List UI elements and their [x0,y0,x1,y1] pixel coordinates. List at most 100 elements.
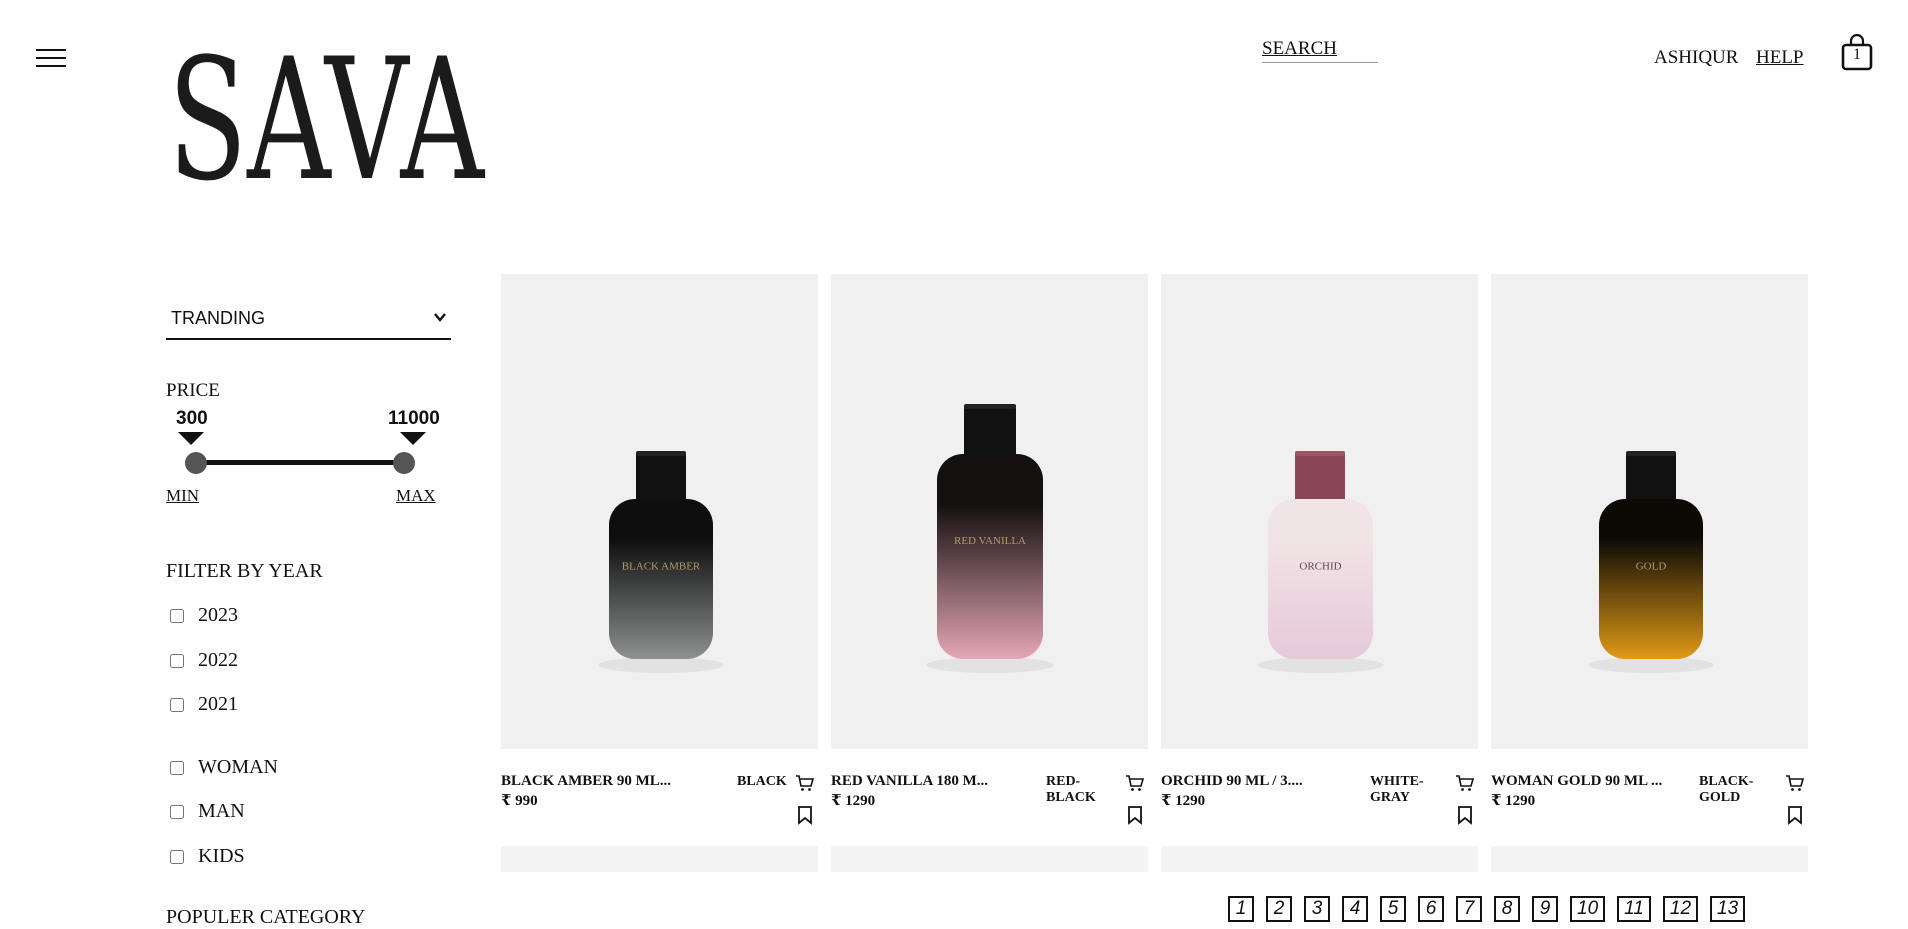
audience-checkbox[interactable] [170,804,184,819]
page-button[interactable]: 12 [1662,896,1699,922]
bookmark-button[interactable] [795,805,815,825]
hamburger-menu-button[interactable] [36,47,66,69]
product-card-next-row[interactable] [1161,846,1478,872]
product-image[interactable]: GOLD [1491,274,1808,749]
page-button[interactable]: 8 [1494,896,1520,922]
cart-icon [1786,775,1805,791]
product-card-next-row[interactable] [831,846,1148,872]
help-link[interactable]: HELP [1756,47,1804,69]
bottle-cap [636,451,686,503]
bottle-label: BLACK AMBER [622,560,701,572]
product-image[interactable]: RED VANILLA [831,274,1148,749]
price-min-handle[interactable] [185,452,207,474]
bottle-cap [1626,451,1676,503]
product-card[interactable]: ORCHID [1161,274,1478,749]
product-name[interactable]: BLACK AMBER 90 ML... [501,773,671,790]
year-checkbox[interactable] [170,653,184,668]
add-to-cart-button[interactable] [1785,773,1805,793]
audience-option-woman[interactable]: WOMAN [166,756,278,779]
brand-logo[interactable]: SAVA [168,22,486,218]
product-card[interactable]: RED VANILLA [831,274,1148,749]
search-box[interactable] [1262,38,1378,63]
product-card-next-row[interactable] [1491,846,1808,872]
bottle-shadow [598,657,724,673]
perfume-bottle-image: GOLD [1588,451,1714,673]
bookmark-button[interactable] [1455,805,1475,825]
product-price: ₹ 1290 [1161,793,1206,809]
bottle-cap [964,404,1016,460]
shopping-bag-button[interactable]: 1 [1840,33,1874,72]
product-image[interactable]: ORCHID [1161,274,1478,749]
product-color: BLACK- GOLD [1699,774,1754,805]
product-color: WHITE- GRAY [1370,774,1424,805]
product-price: ₹ 1290 [831,793,876,809]
year-option-2023[interactable]: 2023 [166,604,238,627]
year-label: 2023 [198,604,238,626]
pagination: 1 2 3 4 5 6 7 8 9 10 11 12 13 [1228,896,1746,922]
year-checkbox[interactable] [170,697,184,712]
year-label: 2022 [198,649,238,671]
product-price: ₹ 1290 [1491,793,1536,809]
page-button[interactable]: 1 [1228,896,1254,922]
bookmark-icon [1788,806,1802,825]
min-link[interactable]: MIN [166,486,199,506]
max-pointer-icon [400,432,426,445]
bookmark-button[interactable] [1125,805,1145,825]
product-price: ₹ 990 [501,793,538,809]
add-to-cart-button[interactable] [795,773,815,793]
year-option-2022[interactable]: 2022 [166,649,238,672]
product-card-next-row[interactable] [501,846,818,872]
page-button[interactable]: 10 [1570,896,1606,922]
bottle-label: ORCHID [1299,560,1341,572]
product-card[interactable]: BLACK AMBER [501,274,818,749]
page-button[interactable]: 2 [1266,896,1292,922]
bottle-cap-top [636,451,686,456]
bottle-label: GOLD [1636,560,1667,572]
bottle-label: RED VANILLA [954,535,1026,547]
bottle-shadow [1588,657,1714,673]
perfume-bottle-image: ORCHID [1257,451,1384,673]
bottle-cap-top [964,404,1016,409]
bookmark-button[interactable] [1785,805,1805,825]
add-to-cart-button[interactable] [1125,773,1145,793]
price-max-handle[interactable] [393,452,415,474]
product-card[interactable]: GOLD [1491,274,1808,749]
filter-by-year-title: FILTER BY YEAR [166,560,323,582]
product-image[interactable]: BLACK AMBER [501,274,818,749]
product-name[interactable]: WOMAN GOLD 90 ML ... [1491,773,1662,790]
page-button[interactable]: 4 [1342,896,1368,922]
page-button[interactable]: 11 [1617,896,1651,922]
year-option-2021[interactable]: 2021 [166,693,238,716]
page-button[interactable]: 5 [1380,896,1406,922]
audience-label: WOMAN [198,756,278,778]
add-to-cart-button[interactable] [1455,773,1475,793]
page-button[interactable]: 13 [1710,896,1746,922]
max-link[interactable]: MAX [396,486,436,506]
perfume-bottle-image: RED VANILLA [926,404,1054,673]
sort-dropdown[interactable]: TRANDING [166,300,451,340]
audience-option-man[interactable]: MAN [166,800,245,823]
bottle-cap-top [1295,451,1345,456]
price-range-track[interactable] [196,460,404,465]
page-button[interactable]: 6 [1418,896,1444,922]
product-name[interactable]: ORCHID 90 ML / 3.... [1161,773,1303,790]
page-button[interactable]: 9 [1532,896,1558,922]
popular-category-title: POPULER CATEGORY [166,906,366,928]
search-input[interactable] [1262,38,1378,60]
bottle-shadow [1257,657,1384,673]
audience-checkbox[interactable] [170,849,184,864]
min-pointer-icon [178,432,204,445]
cart-icon [796,775,815,791]
sort-selected-label: TRANDING [171,308,265,328]
audience-label: KIDS [198,845,245,867]
user-name[interactable]: ASHIQUR [1654,47,1738,69]
page-button[interactable]: 7 [1456,896,1482,922]
bookmark-icon [1128,806,1142,825]
audience-option-kids[interactable]: KIDS [166,845,245,868]
page-button[interactable]: 3 [1304,896,1330,922]
year-checkbox[interactable] [170,608,184,623]
bottle-body [1599,499,1703,659]
bottle-shadow [926,657,1054,673]
product-name[interactable]: RED VANILLA 180 M... [831,773,988,790]
audience-checkbox[interactable] [170,760,184,775]
